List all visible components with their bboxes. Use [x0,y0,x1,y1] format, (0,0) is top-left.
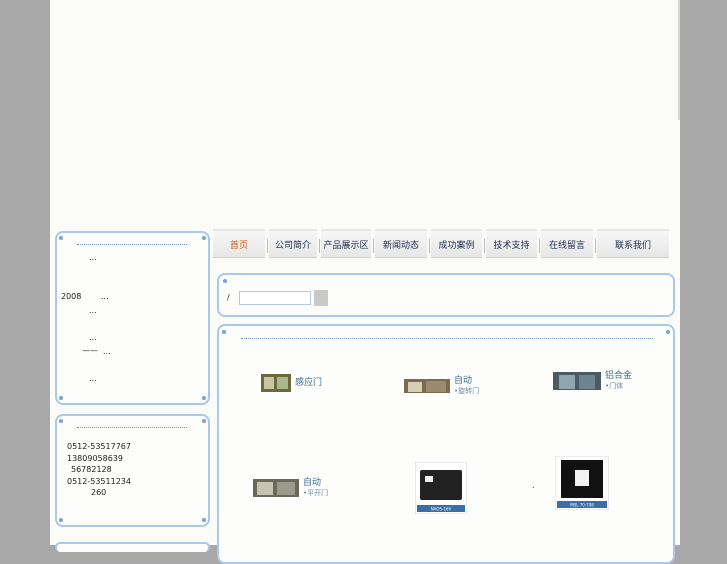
nav-item-support[interactable]: 技术支持 [486,229,540,258]
product-subtitle: •门体 [605,382,624,390]
product-item[interactable]: . MSL 70:798 [532,456,609,510]
search-button[interactable] [314,290,328,306]
main-nav: 首页 公司简介 产品展示区 新闻动态 成功案例 技术支持 在线留言 联系我们 [213,229,675,258]
controller-box-photo-icon: NAOS-16V [415,462,467,514]
nav-label: 成功案例 [438,240,475,251]
sensor-panel-label: MSL 70:798 [570,503,594,508]
product-caption: 感应门 [295,378,322,388]
product-item[interactable]: 自动 •平开门 [253,478,328,498]
contact-box: 0512-53517767 13809058639 56782128 0512-… [55,414,210,527]
product-title: 自动 [454,376,473,386]
news-item-date: 2008 [61,292,82,301]
contact-fax: 0512-53511234 [67,477,131,486]
nav-separator [267,239,268,253]
news-item[interactable]: ... [89,306,97,315]
nav-item-contact[interactable]: 联系我们 [597,229,669,258]
product-item[interactable]: 感应门 [261,374,322,392]
nav-item-message[interactable]: 在线留言 [541,229,596,258]
controller-box-label: NAOS-16V [431,507,452,512]
nav-separator [484,239,485,253]
product-note: . [532,480,535,490]
links-box [55,542,210,552]
corner-dot [222,330,226,334]
product-subtitle: •平开门 [303,489,329,497]
nav-label: 技术支持 [493,240,530,251]
contact-title-divider [77,427,187,428]
nav-separator [429,239,430,253]
product-caption: 自动 •平开门 [303,478,328,498]
product-item[interactable]: 自动 •旋转门 [404,376,479,396]
nav-separator [539,239,540,253]
product-item[interactable]: 铝合金 •门体 [553,371,632,391]
products-title-divider [241,338,653,339]
product-caption: 铝合金 •门体 [605,371,632,391]
corner-dot [666,330,670,334]
nav-separator [595,239,596,253]
corner-dot [59,518,63,522]
corner-dot [202,419,206,423]
nav-item-products[interactable]: 产品展示区 [321,229,374,258]
revolving-door-photo-icon [404,379,450,393]
corner-dot [202,518,206,522]
contact-phone: 0512-53517767 [67,442,131,451]
corner-dot [59,236,63,240]
nav-item-home[interactable]: 首页 [213,229,268,258]
news-item[interactable]: ... [89,253,97,262]
corner-dot [223,279,227,283]
aluminum-door-photo-icon [553,372,601,390]
news-item-prefix: —— [82,346,98,355]
news-item[interactable]: ... [89,333,97,342]
sliding-door-photo-icon [261,374,291,392]
nav-label: 在线留言 [548,240,585,251]
contact-mobile: 13809058639 [67,454,123,463]
news-item[interactable]: ... [101,292,109,301]
nav-item-cases[interactable]: 成功案例 [431,229,485,258]
product-caption: 自动 •旋转门 [454,376,479,396]
banner-edge [678,0,680,120]
header-banner [50,0,680,228]
news-box: ... 2008 ... ... ... —— ... ... [55,231,210,405]
swing-door-photo-icon [253,479,299,497]
page-container: 首页 公司简介 产品展示区 新闻动态 成功案例 技术支持 在线留言 联系我们 .… [50,0,680,564]
product-title: 自动 [303,478,322,488]
nav-label: 联系我们 [614,240,651,251]
corner-dot [202,396,206,400]
contact-phone: 56782128 [71,465,112,474]
nav-label: 首页 [229,240,248,251]
nav-label: 公司简介 [274,240,311,251]
product-subtitle: •旋转门 [454,387,480,395]
news-item[interactable]: ... [89,374,97,383]
product-title: 感应门 [295,378,323,388]
sensor-panel-photo-icon: MSL 70:798 [554,456,609,510]
news-title-divider [77,244,187,245]
corner-dot [202,236,206,240]
news-item[interactable]: ... [103,347,111,356]
search-label: / [227,293,230,302]
contact-address: 260 [91,488,107,497]
corner-dot [59,396,63,400]
nav-separator [373,239,374,253]
search-input[interactable] [239,291,311,305]
product-item[interactable]: NAOS-16V [415,462,467,514]
nav-item-about[interactable]: 公司简介 [269,229,320,258]
nav-label: 产品展示区 [323,240,369,251]
nav-separator [319,239,320,253]
nav-label: 新闻动态 [382,240,419,251]
corner-dot [59,419,63,423]
search-box: / [217,273,675,317]
products-box: 感应门 自动 •旋转门 铝合金 •门体 自动 •平开门 NAOS-16V . M… [217,324,675,564]
product-title: 铝合金 [605,371,633,381]
nav-item-news[interactable]: 新闻动态 [375,229,430,258]
